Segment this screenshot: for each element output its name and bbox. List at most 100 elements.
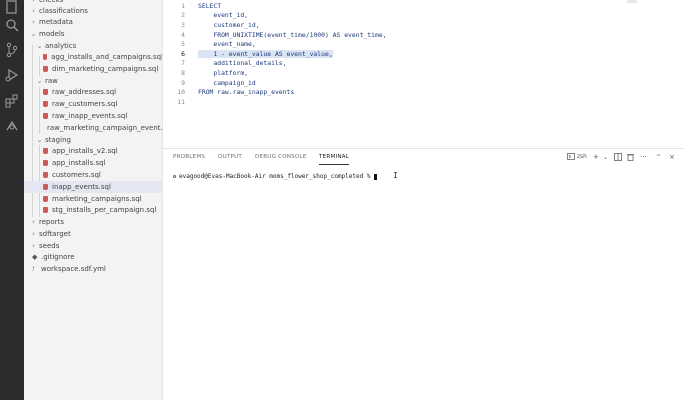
tree-file[interactable]: raw_customers.sql bbox=[43, 98, 162, 110]
tree-file[interactable]: customers.sql bbox=[43, 169, 162, 181]
tree-label: raw_inapp_events.sql bbox=[52, 112, 128, 120]
code-line: 8 platform, bbox=[163, 68, 248, 78]
chevron-right-icon: › bbox=[32, 230, 35, 238]
code-line: 7 additional_details, bbox=[163, 59, 286, 69]
code-line: 10 FROM raw.raw_inapp_events bbox=[163, 87, 294, 97]
tree-label: staging bbox=[45, 136, 71, 144]
tree-label: analytics bbox=[45, 42, 77, 50]
tree-file[interactable]: raw_marketing_campaign_event... bbox=[43, 122, 163, 134]
tree-label: agg_installs_and_campaigns.sql bbox=[51, 53, 163, 61]
tree-label: models bbox=[39, 30, 65, 38]
tree-file[interactable]: app_installs.sql bbox=[43, 157, 162, 169]
code-text: FROM raw.raw_inapp_events bbox=[198, 88, 295, 97]
line-number: 9 bbox=[181, 78, 185, 87]
tree-label: classifications bbox=[39, 7, 88, 15]
tree-label: marketing_campaigns.sql bbox=[52, 195, 142, 203]
line-number: 2 bbox=[181, 11, 185, 20]
line-number: 8 bbox=[181, 68, 185, 77]
tree-label: app_installs.sql bbox=[52, 159, 106, 167]
tree-file[interactable]: raw_addresses.sql bbox=[43, 86, 162, 98]
git-file-icon: ◆ bbox=[32, 253, 38, 261]
sql-file-icon bbox=[43, 101, 48, 107]
sql-file-icon bbox=[43, 54, 48, 60]
code-text: FROM_UNIXTIME(event_time/1000) AS event_… bbox=[198, 30, 387, 39]
tree-folder[interactable]: › metadata bbox=[30, 16, 162, 28]
code-line: 5 event_name, bbox=[163, 39, 256, 49]
plus-icon[interactable]: + bbox=[593, 153, 599, 161]
sql-file-icon bbox=[43, 172, 48, 178]
tab-debug-console[interactable]: DEBUG CONSOLE bbox=[255, 154, 307, 160]
line-number: 7 bbox=[181, 59, 185, 68]
sql-file-icon bbox=[43, 184, 48, 190]
sql-file-icon bbox=[43, 196, 48, 202]
tree-folder[interactable]: › sdftarget bbox=[30, 228, 162, 240]
files-icon[interactable] bbox=[4, 0, 20, 16]
extensions-icon[interactable] bbox=[4, 93, 20, 109]
chevron-right-icon: › bbox=[32, 0, 35, 4]
tree-label: raw_addresses.sql bbox=[52, 88, 117, 96]
code-text: customer_id, bbox=[198, 20, 260, 29]
tree-file[interactable]: app_installs_v2.sql bbox=[43, 145, 162, 157]
tree-folder[interactable]: ⌄ models bbox=[30, 28, 162, 40]
split-icon[interactable] bbox=[614, 153, 622, 163]
tree-label: sdftarget bbox=[39, 230, 71, 238]
text-cursor-icon: I bbox=[393, 171, 398, 180]
close-icon[interactable]: × bbox=[669, 153, 675, 161]
code-text: event_id, bbox=[198, 11, 249, 20]
source-control-icon[interactable] bbox=[4, 42, 20, 58]
tree-folder[interactable]: › reports bbox=[30, 216, 162, 228]
code-editor[interactable]: 1 SELECT 2 event_id, 3 customer_id, 4 FRO… bbox=[163, 0, 684, 148]
tree-guide bbox=[39, 87, 40, 134]
tree-label: inapp_events.sql bbox=[52, 183, 111, 191]
tree-label: .gitignore bbox=[41, 253, 75, 261]
tree-label: reports bbox=[39, 218, 65, 226]
code-text: additional_details, bbox=[198, 59, 287, 68]
terminal-icon bbox=[567, 153, 575, 162]
activity-bar bbox=[0, 0, 24, 400]
tree-label: checks bbox=[39, 0, 64, 4]
chevron-down-icon[interactable]: ⌄ bbox=[603, 154, 608, 161]
chevron-down-icon: ⌄ bbox=[36, 42, 43, 50]
code-line: 9 campaign_id bbox=[163, 78, 256, 88]
sql-file-icon bbox=[43, 160, 48, 166]
code-line: 4 FROM_UNIXTIME(event_time/1000) AS even… bbox=[163, 30, 386, 40]
terminal-prompt-line[interactable]: evagood@Evas-MacBook-Air moms_flower_sho… bbox=[173, 173, 378, 180]
remote-explorer-icon[interactable] bbox=[4, 118, 20, 134]
bottom-panel: PROBLEMS OUTPUT DEBUG CONSOLE TERMINAL z… bbox=[163, 148, 684, 400]
run-debug-icon[interactable] bbox=[4, 67, 20, 83]
code-line: 1 SELECT bbox=[163, 1, 221, 11]
trash-icon[interactable] bbox=[627, 153, 634, 163]
sql-file-icon bbox=[43, 66, 48, 72]
tab-terminal[interactable]: TERMINAL bbox=[319, 154, 349, 160]
code-line: 3 customer_id, bbox=[163, 20, 259, 30]
tree-file[interactable]: ◆ .gitignore bbox=[32, 251, 162, 263]
tab-output[interactable]: OUTPUT bbox=[218, 154, 242, 160]
tree-file[interactable]: agg_installs_and_campaigns.sql bbox=[43, 51, 163, 63]
shell-name: zsh bbox=[577, 154, 587, 160]
line-number: 6 bbox=[181, 49, 185, 58]
sql-file-icon bbox=[43, 113, 48, 119]
more-icon[interactable]: ··· bbox=[640, 153, 647, 161]
sql-file-icon bbox=[43, 89, 48, 95]
code-line: 2 event_id, bbox=[163, 11, 248, 21]
code-line: 11 bbox=[163, 97, 185, 107]
tree-file[interactable]: ! workspace.sdf.yml bbox=[32, 263, 162, 275]
chevron-down-icon: ⌄ bbox=[36, 77, 43, 85]
tree-guide bbox=[39, 56, 40, 76]
yaml-file-icon: ! bbox=[32, 265, 35, 273]
chevron-up-icon[interactable]: ^ bbox=[656, 154, 661, 161]
explorer-sidebar: › checks › classifications › metadata ⌄ mode… bbox=[24, 0, 163, 400]
terminal-cursor bbox=[374, 173, 378, 180]
tree-label: raw bbox=[45, 77, 58, 85]
tree-file[interactable]: stg_installs_per_campaign.sql bbox=[43, 204, 162, 216]
minimap-slider[interactable] bbox=[627, 0, 637, 3]
chevron-right-icon: › bbox=[32, 18, 35, 26]
tree-file[interactable]: dim_marketing_campaigns.sql bbox=[43, 63, 162, 75]
code-text: platform, bbox=[198, 68, 249, 77]
line-number: 4 bbox=[181, 30, 185, 39]
tree-label: raw_marketing_campaign_event... bbox=[47, 124, 163, 132]
search-icon[interactable] bbox=[4, 17, 20, 33]
tree-file[interactable]: raw_inapp_events.sql bbox=[43, 110, 162, 122]
tab-problems[interactable]: PROBLEMS bbox=[173, 154, 205, 160]
tree-file-selected[interactable]: inapp_events.sql bbox=[24, 181, 162, 193]
